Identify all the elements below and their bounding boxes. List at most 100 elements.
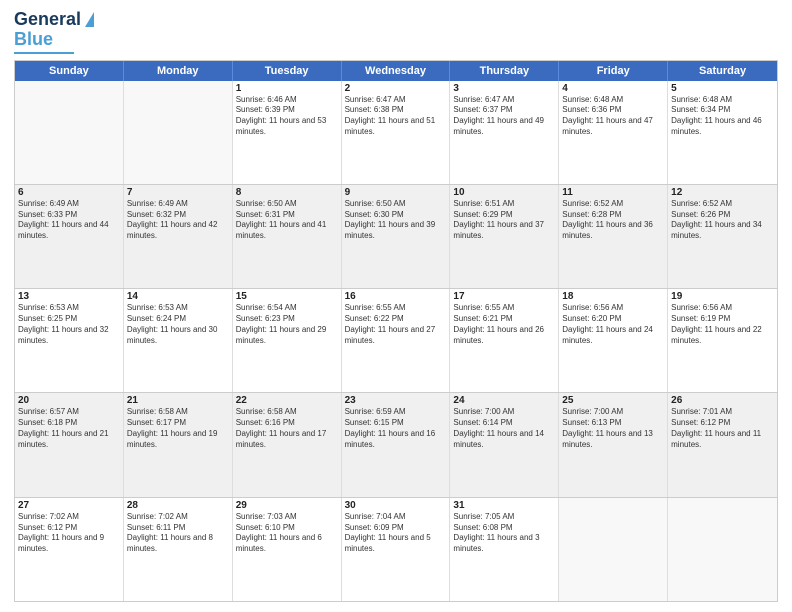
calendar-cell: 12Sunrise: 6:52 AM Sunset: 6:26 PM Dayli…: [668, 185, 777, 288]
logo-text-blue: Blue: [14, 30, 53, 50]
day-number: 31: [453, 500, 555, 511]
calendar-cell: [124, 81, 233, 184]
cell-info: Sunrise: 6:47 AM Sunset: 6:37 PM Dayligh…: [453, 95, 555, 138]
logo-underline: [14, 52, 74, 54]
day-number: 27: [18, 500, 120, 511]
cell-info: Sunrise: 6:48 AM Sunset: 6:36 PM Dayligh…: [562, 95, 664, 138]
cell-info: Sunrise: 6:49 AM Sunset: 6:32 PM Dayligh…: [127, 199, 229, 242]
calendar-cell: 6Sunrise: 6:49 AM Sunset: 6:33 PM Daylig…: [15, 185, 124, 288]
calendar-row-2: 6Sunrise: 6:49 AM Sunset: 6:33 PM Daylig…: [15, 184, 777, 288]
calendar-cell: 22Sunrise: 6:58 AM Sunset: 6:16 PM Dayli…: [233, 393, 342, 496]
calendar-cell: 27Sunrise: 7:02 AM Sunset: 6:12 PM Dayli…: [15, 498, 124, 601]
cell-info: Sunrise: 6:55 AM Sunset: 6:21 PM Dayligh…: [453, 303, 555, 346]
header-day-monday: Monday: [124, 61, 233, 81]
calendar-cell: 24Sunrise: 7:00 AM Sunset: 6:14 PM Dayli…: [450, 393, 559, 496]
day-number: 15: [236, 291, 338, 302]
cell-info: Sunrise: 6:56 AM Sunset: 6:19 PM Dayligh…: [671, 303, 774, 346]
cell-info: Sunrise: 6:52 AM Sunset: 6:28 PM Dayligh…: [562, 199, 664, 242]
day-number: 3: [453, 83, 555, 94]
day-number: 24: [453, 395, 555, 406]
day-number: 10: [453, 187, 555, 198]
day-number: 2: [345, 83, 447, 94]
cell-info: Sunrise: 6:50 AM Sunset: 6:31 PM Dayligh…: [236, 199, 338, 242]
day-number: 21: [127, 395, 229, 406]
cell-info: Sunrise: 7:00 AM Sunset: 6:14 PM Dayligh…: [453, 407, 555, 450]
cell-info: Sunrise: 6:58 AM Sunset: 6:17 PM Dayligh…: [127, 407, 229, 450]
calendar-cell: 16Sunrise: 6:55 AM Sunset: 6:22 PM Dayli…: [342, 289, 451, 392]
calendar-cell: [559, 498, 668, 601]
logo-text-general: General: [14, 10, 81, 30]
header-day-wednesday: Wednesday: [342, 61, 451, 81]
header-day-friday: Friday: [559, 61, 668, 81]
cell-info: Sunrise: 6:51 AM Sunset: 6:29 PM Dayligh…: [453, 199, 555, 242]
calendar-cell: [15, 81, 124, 184]
calendar-cell: 19Sunrise: 6:56 AM Sunset: 6:19 PM Dayli…: [668, 289, 777, 392]
calendar-row-5: 27Sunrise: 7:02 AM Sunset: 6:12 PM Dayli…: [15, 497, 777, 601]
day-number: 16: [345, 291, 447, 302]
calendar-cell: 11Sunrise: 6:52 AM Sunset: 6:28 PM Dayli…: [559, 185, 668, 288]
calendar-cell: 18Sunrise: 6:56 AM Sunset: 6:20 PM Dayli…: [559, 289, 668, 392]
calendar-cell: 21Sunrise: 6:58 AM Sunset: 6:17 PM Dayli…: [124, 393, 233, 496]
cell-info: Sunrise: 6:48 AM Sunset: 6:34 PM Dayligh…: [671, 95, 774, 138]
cell-info: Sunrise: 6:49 AM Sunset: 6:33 PM Dayligh…: [18, 199, 120, 242]
cell-info: Sunrise: 6:50 AM Sunset: 6:30 PM Dayligh…: [345, 199, 447, 242]
day-number: 11: [562, 187, 664, 198]
cell-info: Sunrise: 6:58 AM Sunset: 6:16 PM Dayligh…: [236, 407, 338, 450]
cell-info: Sunrise: 6:53 AM Sunset: 6:24 PM Dayligh…: [127, 303, 229, 346]
day-number: 19: [671, 291, 774, 302]
calendar-cell: 31Sunrise: 7:05 AM Sunset: 6:08 PM Dayli…: [450, 498, 559, 601]
calendar-cell: 3Sunrise: 6:47 AM Sunset: 6:37 PM Daylig…: [450, 81, 559, 184]
calendar-cell: 4Sunrise: 6:48 AM Sunset: 6:36 PM Daylig…: [559, 81, 668, 184]
calendar-row-1: 1Sunrise: 6:46 AM Sunset: 6:39 PM Daylig…: [15, 81, 777, 184]
calendar-body: 1Sunrise: 6:46 AM Sunset: 6:39 PM Daylig…: [15, 81, 777, 601]
day-number: 9: [345, 187, 447, 198]
day-number: 4: [562, 83, 664, 94]
day-number: 7: [127, 187, 229, 198]
calendar-cell: 8Sunrise: 6:50 AM Sunset: 6:31 PM Daylig…: [233, 185, 342, 288]
calendar-row-4: 20Sunrise: 6:57 AM Sunset: 6:18 PM Dayli…: [15, 392, 777, 496]
day-number: 29: [236, 500, 338, 511]
day-number: 12: [671, 187, 774, 198]
cell-info: Sunrise: 7:04 AM Sunset: 6:09 PM Dayligh…: [345, 512, 447, 555]
cell-info: Sunrise: 6:59 AM Sunset: 6:15 PM Dayligh…: [345, 407, 447, 450]
cell-info: Sunrise: 6:53 AM Sunset: 6:25 PM Dayligh…: [18, 303, 120, 346]
page: General Blue SundayMondayTuesdayWednesda…: [0, 0, 792, 612]
cell-info: Sunrise: 7:02 AM Sunset: 6:11 PM Dayligh…: [127, 512, 229, 555]
cell-info: Sunrise: 6:54 AM Sunset: 6:23 PM Dayligh…: [236, 303, 338, 346]
cell-info: Sunrise: 7:02 AM Sunset: 6:12 PM Dayligh…: [18, 512, 120, 555]
calendar: SundayMondayTuesdayWednesdayThursdayFrid…: [14, 60, 778, 602]
day-number: 25: [562, 395, 664, 406]
day-number: 28: [127, 500, 229, 511]
calendar-cell: 28Sunrise: 7:02 AM Sunset: 6:11 PM Dayli…: [124, 498, 233, 601]
cell-info: Sunrise: 6:56 AM Sunset: 6:20 PM Dayligh…: [562, 303, 664, 346]
cell-info: Sunrise: 6:55 AM Sunset: 6:22 PM Dayligh…: [345, 303, 447, 346]
calendar-cell: 23Sunrise: 6:59 AM Sunset: 6:15 PM Dayli…: [342, 393, 451, 496]
cell-info: Sunrise: 7:00 AM Sunset: 6:13 PM Dayligh…: [562, 407, 664, 450]
calendar-cell: 30Sunrise: 7:04 AM Sunset: 6:09 PM Dayli…: [342, 498, 451, 601]
day-number: 26: [671, 395, 774, 406]
day-number: 23: [345, 395, 447, 406]
calendar-cell: 29Sunrise: 7:03 AM Sunset: 6:10 PM Dayli…: [233, 498, 342, 601]
logo-triangle-icon: [85, 12, 94, 27]
calendar-cell: 9Sunrise: 6:50 AM Sunset: 6:30 PM Daylig…: [342, 185, 451, 288]
day-number: 5: [671, 83, 774, 94]
calendar-cell: 15Sunrise: 6:54 AM Sunset: 6:23 PM Dayli…: [233, 289, 342, 392]
calendar-cell: 1Sunrise: 6:46 AM Sunset: 6:39 PM Daylig…: [233, 81, 342, 184]
day-number: 13: [18, 291, 120, 302]
day-number: 8: [236, 187, 338, 198]
day-number: 30: [345, 500, 447, 511]
calendar-cell: 7Sunrise: 6:49 AM Sunset: 6:32 PM Daylig…: [124, 185, 233, 288]
day-number: 22: [236, 395, 338, 406]
day-number: 17: [453, 291, 555, 302]
calendar-cell: 26Sunrise: 7:01 AM Sunset: 6:12 PM Dayli…: [668, 393, 777, 496]
calendar-cell: 5Sunrise: 6:48 AM Sunset: 6:34 PM Daylig…: [668, 81, 777, 184]
day-number: 18: [562, 291, 664, 302]
header-day-tuesday: Tuesday: [233, 61, 342, 81]
calendar-header: SundayMondayTuesdayWednesdayThursdayFrid…: [15, 61, 777, 81]
cell-info: Sunrise: 6:46 AM Sunset: 6:39 PM Dayligh…: [236, 95, 338, 138]
cell-info: Sunrise: 7:05 AM Sunset: 6:08 PM Dayligh…: [453, 512, 555, 555]
calendar-cell: 25Sunrise: 7:00 AM Sunset: 6:13 PM Dayli…: [559, 393, 668, 496]
calendar-cell: 20Sunrise: 6:57 AM Sunset: 6:18 PM Dayli…: [15, 393, 124, 496]
day-number: 6: [18, 187, 120, 198]
header: General Blue: [14, 10, 778, 54]
